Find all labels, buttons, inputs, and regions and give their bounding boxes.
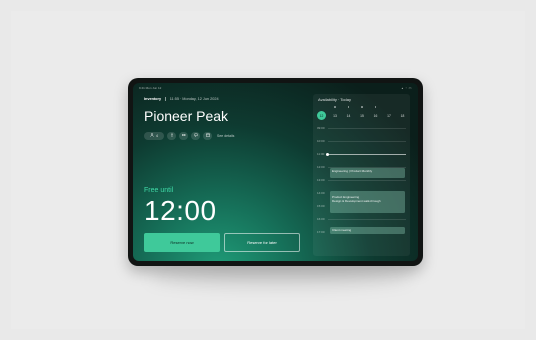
chat-icon xyxy=(193,133,198,138)
time-label: 17:00 xyxy=(317,230,325,234)
room-display-screen: 9:41 Mon Jun 12 ▴ ◔ ▭ Inventory 11:55 · … xyxy=(133,83,418,261)
time-label: 15:00 xyxy=(317,204,325,208)
day-button[interactable]: 14 xyxy=(344,106,353,120)
room-title: Pioneer Peak xyxy=(144,108,229,124)
free-until-time: 12:00 xyxy=(144,195,217,226)
day-number: 14 xyxy=(346,113,351,118)
reserve-later-button[interactable]: Reserve for later xyxy=(224,233,300,252)
time-label: 14:00 xyxy=(317,191,325,195)
day-button[interactable]: 16 xyxy=(371,106,380,120)
brand-logo: Inventory xyxy=(144,97,162,101)
status-time: 9:41 Mon Jun 12 xyxy=(139,86,162,90)
availability-panel: Availability · Today 12 13 14 15 16 17 1… xyxy=(313,94,410,256)
video-icon xyxy=(181,133,186,138)
event-title: Engineering | Product Monthly xyxy=(332,168,373,173)
current-time-line xyxy=(328,153,406,155)
day-marker xyxy=(347,106,349,108)
day-button[interactable]: 17 xyxy=(385,111,394,120)
amenities-row: 4 See details xyxy=(144,131,234,140)
event-title: Product Engineering Design & Development… xyxy=(332,195,381,204)
day-selector: 12 13 14 15 16 17 18 xyxy=(317,106,407,120)
availability-status-label: Free until xyxy=(144,187,174,194)
capacity-chip: 4 xyxy=(144,131,164,140)
device-shadow xyxy=(150,266,410,286)
day-button[interactable]: 18 xyxy=(398,111,407,120)
header-row: Inventory 11:55 · Monday, 12 Jun 2024 xyxy=(144,97,219,105)
day-timeline: 09:00 10:00 11:00 12:00 Engineering | Pr… xyxy=(313,126,410,254)
header-datetime: 11:55 · Monday, 12 Jun 2024 xyxy=(169,97,219,101)
day-number: 13 xyxy=(333,113,337,118)
person-icon xyxy=(150,133,154,138)
time-label: 10:00 xyxy=(317,139,325,143)
day-number: 17 xyxy=(387,113,391,118)
time-label: 11:00 xyxy=(317,152,325,156)
chat-chip xyxy=(191,131,200,140)
room-panel: Inventory 11:55 · Monday, 12 Jun 2024 Pi… xyxy=(144,97,304,257)
time-label: 16:00 xyxy=(317,217,325,221)
day-marker xyxy=(374,106,376,108)
calendar-event[interactable]: Product Engineering Design & Development… xyxy=(330,191,405,213)
day-marker xyxy=(361,106,363,108)
header-divider xyxy=(165,97,166,101)
calendar-icon xyxy=(205,133,210,138)
day-button[interactable]: 12 xyxy=(317,111,326,120)
event-title: Client meeting xyxy=(332,227,352,232)
accessibility-icon xyxy=(170,133,174,138)
video-chip xyxy=(179,131,188,140)
day-button[interactable]: 13 xyxy=(331,106,340,120)
calendar-event[interactable]: Client meeting xyxy=(330,227,405,234)
time-label: 12:00 xyxy=(317,165,325,169)
status-icons: ▴ ◔ ▭ xyxy=(401,86,412,90)
day-number: 18 xyxy=(400,113,405,118)
reserve-now-button[interactable]: Reserve now xyxy=(144,233,220,252)
status-bar: 9:41 Mon Jun 12 ▴ ◔ ▭ xyxy=(139,86,412,91)
accessibility-chip xyxy=(167,131,176,140)
capacity-value: 4 xyxy=(156,133,158,138)
day-marker xyxy=(334,106,336,108)
calendar-event[interactable]: Engineering | Product Monthly xyxy=(330,168,405,178)
time-label: 13:00 xyxy=(317,178,325,182)
tablet-device: 9:41 Mon Jun 12 ▴ ◔ ▭ Inventory 11:55 · … xyxy=(128,78,423,266)
see-details-link[interactable]: See details xyxy=(217,134,234,138)
day-button[interactable]: 15 xyxy=(358,106,367,120)
calendar-chip xyxy=(203,131,212,140)
time-label: 09:00 xyxy=(317,126,325,130)
day-number: 12 xyxy=(319,113,324,118)
day-number: 15 xyxy=(360,113,364,118)
availability-title: Availability · Today xyxy=(318,97,351,102)
day-number: 16 xyxy=(373,113,378,118)
